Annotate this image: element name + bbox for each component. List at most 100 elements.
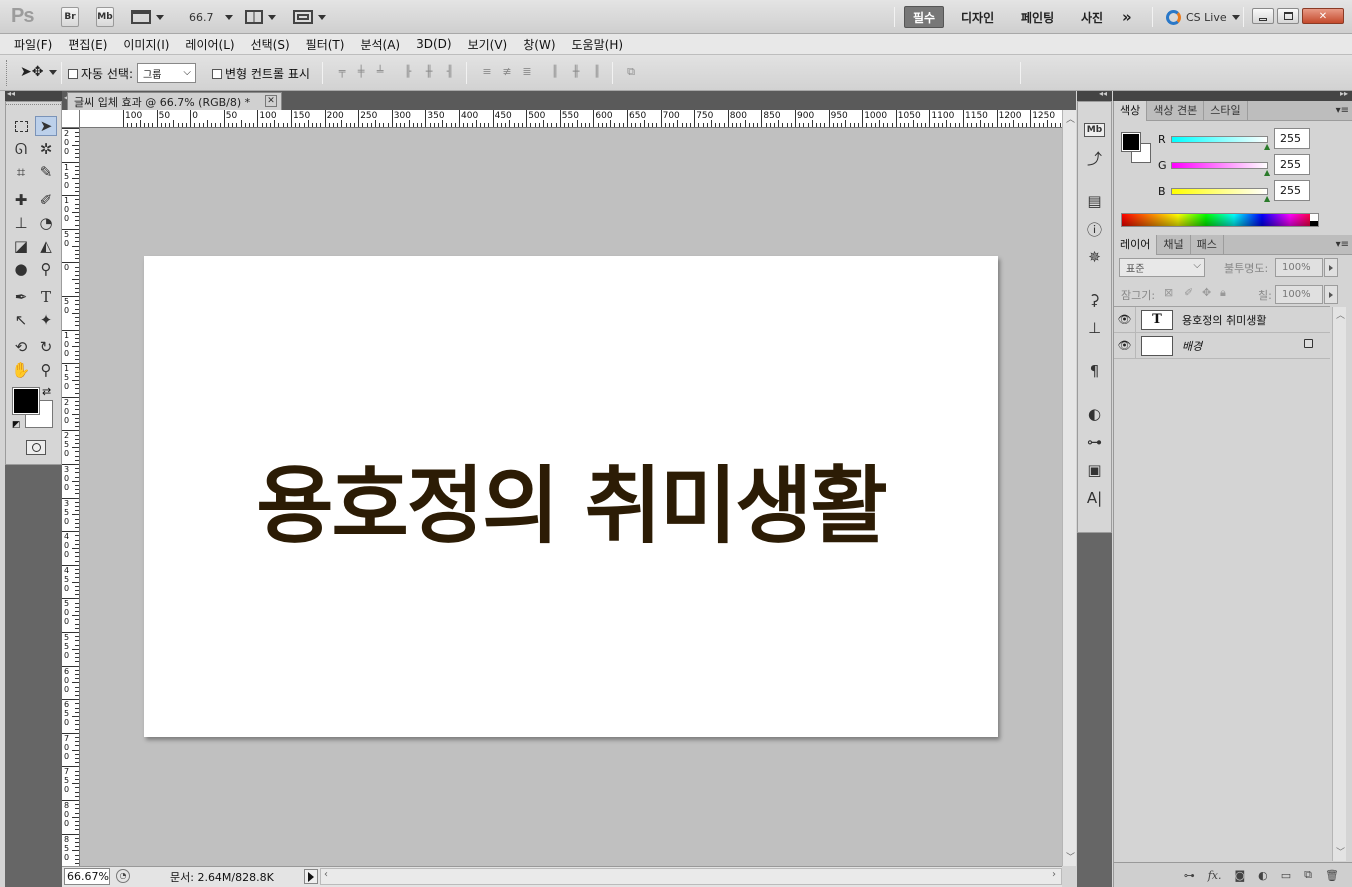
masks-icon[interactable]: ⊶ [1078,428,1111,456]
fill-slider-button[interactable] [1324,285,1338,304]
lock-image-icon[interactable]: ✐ [1184,286,1193,299]
foreground-color-swatch[interactable] [12,387,40,415]
default-colors-icon[interactable]: ◩ [12,420,21,430]
tab-swatches[interactable]: 색상 견본 [1147,101,1205,121]
panel-menu-icon[interactable]: ▾≡ [1336,239,1349,250]
fill-field[interactable]: 100% [1275,285,1323,304]
tool-preset-picker[interactable]: ➤✥ [20,64,58,80]
blue-slider[interactable] [1171,188,1268,195]
magic-wand-tool-icon[interactable]: ✲ [35,139,57,159]
trash-icon[interactable]: 🗑︎ [1325,869,1339,882]
tab-layers[interactable]: 레이어 [1114,235,1158,255]
distribute-right-icon[interactable]: ║ [588,65,606,79]
align-right-icon[interactable]: ╢ [441,65,459,79]
menu-layer[interactable]: 레이어(L) [177,36,242,53]
lasso-tool-icon[interactable]: ᘏ [10,139,32,159]
zoom-field[interactable]: 66.67% [64,868,110,885]
scroll-up-icon[interactable]: ︿ [1066,112,1075,125]
clone-source-icon[interactable]: ⊥ [1078,314,1111,342]
layer-row-text[interactable]: 👁︎ T 용호정의 취미생활 [1114,306,1330,333]
move-tool-icon[interactable]: ➤ [35,116,57,136]
panel-menu-icon[interactable]: ▾≡ [1336,105,1349,116]
options-grip[interactable] [6,60,8,86]
close-document-icon[interactable]: ✕ [265,95,277,107]
distribute-top-icon[interactable]: ≡ [478,65,496,79]
adjustments-icon[interactable]: ◐ [1078,400,1111,428]
type-tool-icon[interactable]: T [35,287,57,307]
document-tab[interactable]: 글씨 입체 효과 @ 66.7% (RGB/8) * ✕ [67,92,282,110]
horizontal-scrollbar[interactable]: ‹ › [320,868,1062,885]
align-hcenter-icon[interactable]: ╫ [420,65,438,79]
cs-live-button[interactable]: CS Live [1166,7,1240,27]
status-info-icon[interactable]: ◔ [116,869,130,883]
blue-value-field[interactable]: 255 [1274,180,1310,201]
character-icon[interactable]: A| [1078,484,1111,512]
path-selection-tool-icon[interactable]: ↖ [10,310,32,330]
crop-tool-icon[interactable]: ⌗ [10,162,32,182]
vertical-scrollbar[interactable]: ︿ ﹀ [1062,110,1076,866]
slider-handle-icon[interactable]: ▲ [1264,168,1270,177]
auto-align-layers-icon[interactable]: ⧉ [622,65,640,79]
info-icon[interactable]: ⓘ [1078,215,1111,243]
red-value-field[interactable]: 255 [1274,128,1310,149]
swap-colors-icon[interactable]: ⇄ [42,385,51,398]
brush-tool-icon[interactable]: ✐ [35,190,57,210]
pen-tool-icon[interactable]: ✒ [10,287,32,307]
quick-mask-button[interactable] [26,440,46,455]
adjustment-icon[interactable]: ◐ [1258,869,1268,882]
custom-shape-tool-icon[interactable]: ✦ [35,310,57,330]
layer-row-background[interactable]: 👁︎ 배경 [1114,332,1330,359]
scroll-left-icon[interactable]: ‹ [324,869,328,880]
slider-handle-icon[interactable]: ▲ [1264,142,1270,151]
menu-analysis[interactable]: 분석(A) [352,36,408,53]
mini-bridge-button[interactable]: Mb [96,7,114,27]
brush-presets-icon[interactable]: ⚳ [1078,286,1111,314]
align-vcenter-icon[interactable]: ╪ [352,65,370,79]
show-transform-controls-checkbox[interactable]: 변형 컨트롤 표시 [212,65,310,82]
menu-edit[interactable]: 편집(E) [60,36,115,53]
link-icon[interactable]: ⊶ [1184,869,1195,882]
workspace-painting[interactable]: 페인팅 [1013,6,1062,28]
blur-tool-icon[interactable]: ● [10,259,32,279]
clone-stamp-tool-icon[interactable]: ⊥ [10,213,32,233]
right-panels-header[interactable]: ▸▸ [1113,89,1352,101]
hand-tool-icon[interactable]: ✋ [10,360,32,380]
mini-bridge-icon[interactable]: Mb [1078,116,1111,144]
history-brush-tool-icon[interactable]: ◔ [35,213,57,233]
scroll-down-icon[interactable]: ﹀ [1336,845,1345,858]
align-left-icon[interactable]: ╟ [399,65,417,79]
menu-view[interactable]: 보기(V) [460,36,516,53]
fx-icon[interactable]: fx. [1208,869,1222,882]
group-icon[interactable]: ▭ [1281,869,1291,882]
close-button[interactable]: ✕ [1302,8,1344,24]
green-slider[interactable] [1171,162,1268,169]
color-spectrum-bar[interactable] [1121,213,1319,227]
eyedropper-tool-icon[interactable]: ✎ [35,162,57,182]
paint-bucket-tool-icon[interactable]: ◭ [35,236,57,256]
visibility-eye-icon[interactable]: 👁︎ [1114,306,1136,333]
menu-window[interactable]: 창(W) [515,36,563,53]
distribute-hcenter-icon[interactable]: ╫ [567,65,585,79]
distribute-bottom-icon[interactable]: ≣ [518,65,536,79]
navigator-icon[interactable]: ✵ [1078,243,1111,271]
3d-orbit-tool-icon[interactable]: ↻ [35,337,57,357]
lock-all-icon[interactable]: 🔒︎ [1220,286,1226,300]
opacity-slider-button[interactable] [1324,258,1338,277]
align-bottom-icon[interactable]: ╧ [371,65,389,79]
3d-rotate-tool-icon[interactable]: ⟲ [10,337,32,357]
more-workspaces-button[interactable]: » [1114,6,1140,28]
slider-handle-icon[interactable]: ▲ [1264,194,1270,203]
layers-scrollbar[interactable]: ︿ ﹀ [1332,307,1346,861]
extras-dropdown[interactable] [131,7,164,27]
ruler-origin[interactable] [62,110,80,128]
lock-position-icon[interactable]: ✥ [1202,286,1211,299]
scroll-down-icon[interactable]: ﹀ [1066,850,1075,863]
tab-channels[interactable]: 채널 [1157,235,1191,255]
auto-select-checkbox[interactable]: 자동 선택: [68,65,133,82]
minimize-button[interactable] [1252,8,1274,24]
panel-grip[interactable] [6,104,61,106]
scroll-right-icon[interactable]: › [1052,869,1056,880]
red-slider[interactable] [1171,136,1268,143]
zoom-tool-icon[interactable]: ⚲ [35,360,57,380]
history-icon[interactable]: ⤴ [1078,144,1111,172]
